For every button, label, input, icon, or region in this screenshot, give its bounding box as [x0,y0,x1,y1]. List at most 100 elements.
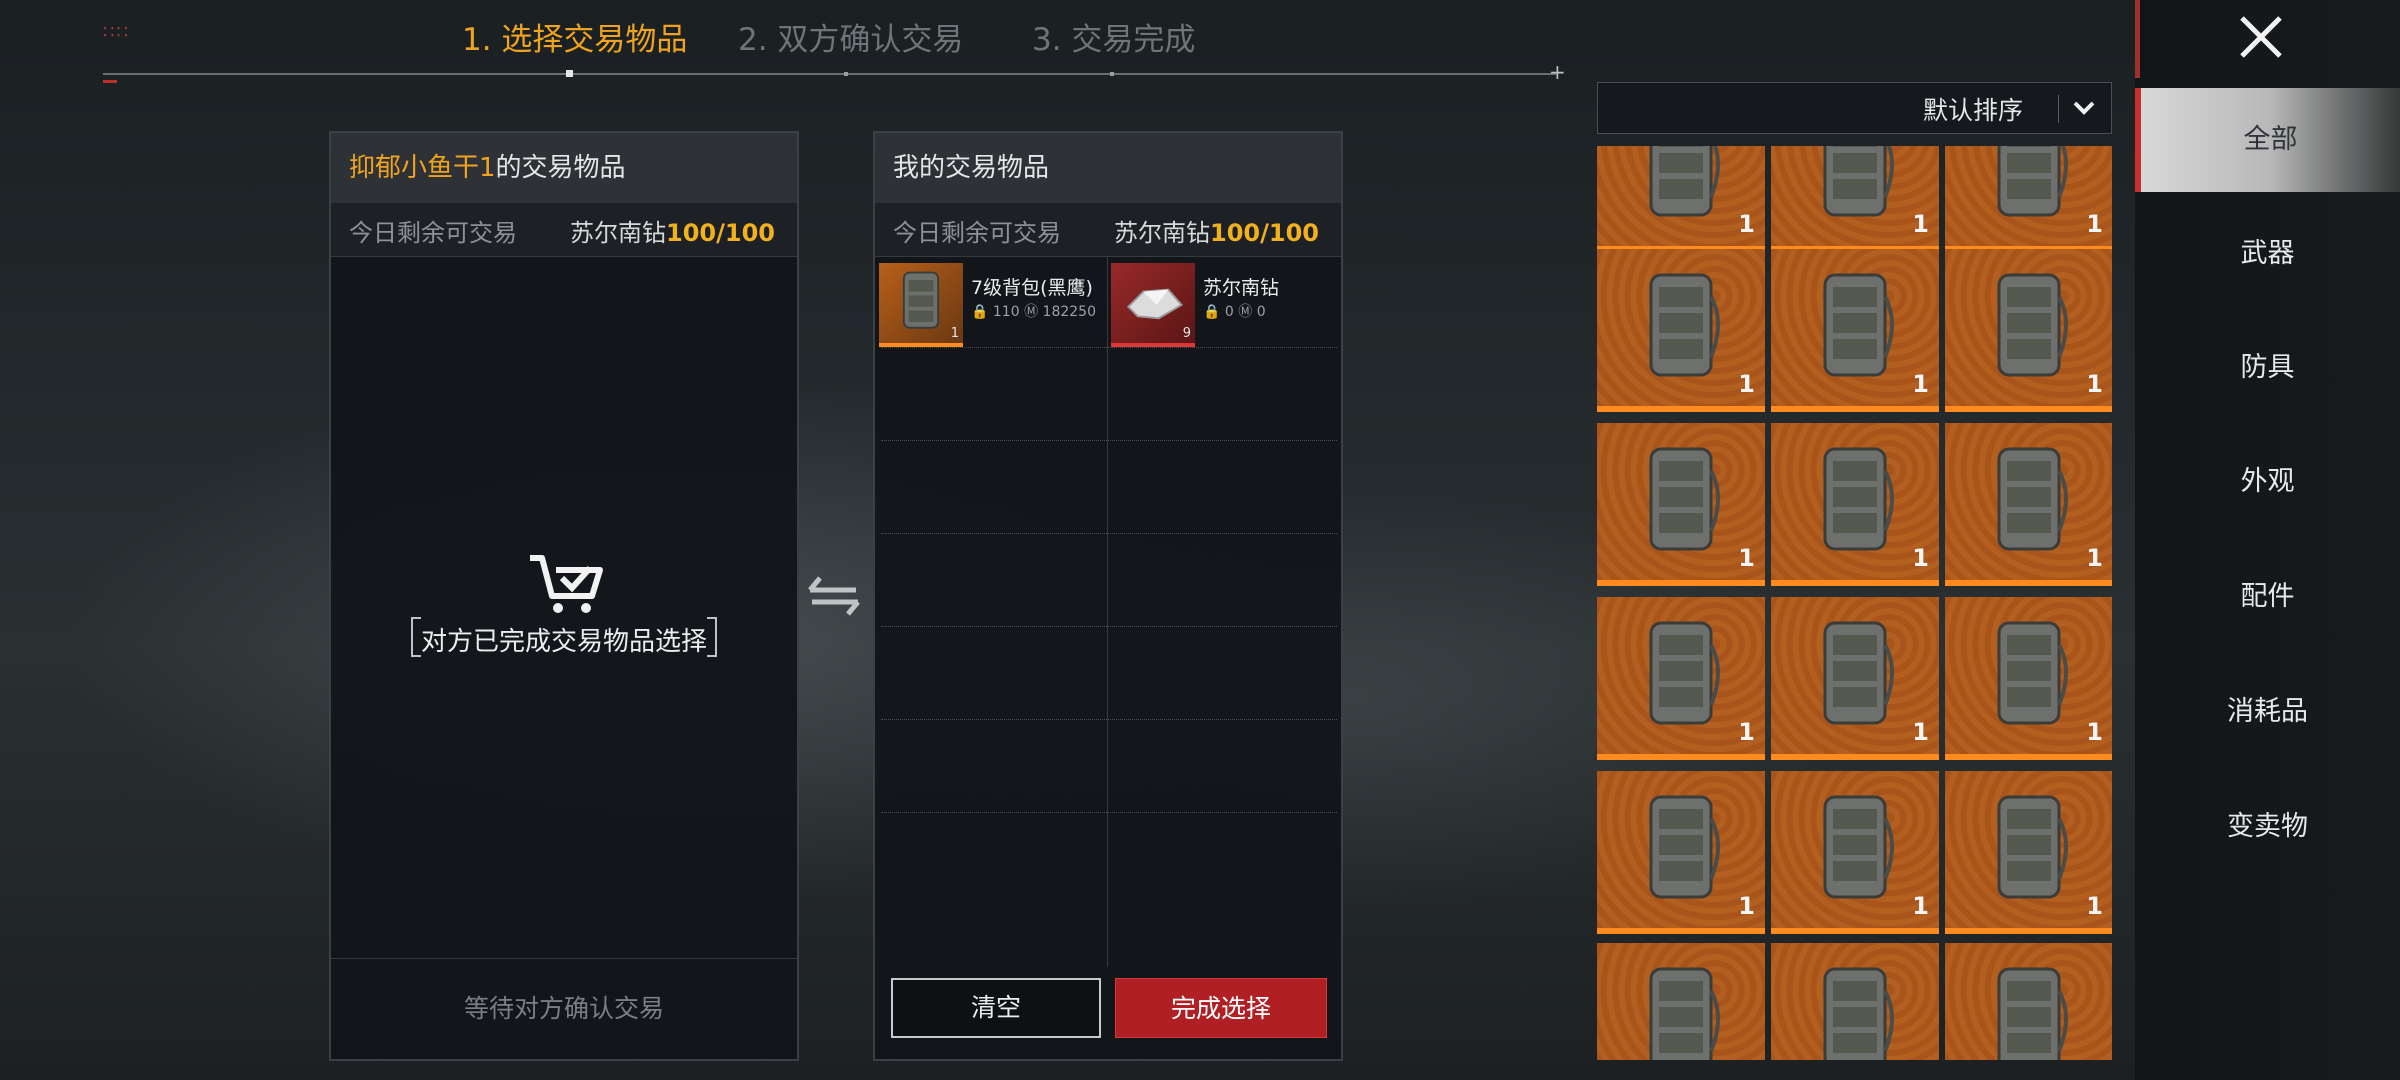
partner-quota-row: 今日剩余可交易 苏尔南钻100/100 [331,203,797,257]
coin-icon: Ⓜ [1024,304,1039,320]
inventory-item-backpack[interactable]: 1 [1945,249,2112,412]
item-count: 1 [1912,370,1929,398]
quota-currency: 苏尔南钻 [570,219,667,247]
diamond-thumbnail: 9 [1111,263,1195,347]
item-name: 7级背包(黑鹰) [971,277,1093,299]
backpack-icon [1649,273,1720,377]
item-count: 1 [1912,718,1929,746]
item-count: 1 [950,326,959,341]
item-count: 1 [2086,370,2103,398]
inventory-item-backpack[interactable]: 1 [1597,597,1765,760]
step-3: 3. 交易完成 [1032,22,1196,58]
my-trade-panel: 我的交易物品 今日剩余可交易 苏尔南钻100/100 1 7级背包(黑鹰) 🔒 … [873,131,1343,1061]
row-divider [881,347,1337,348]
row-divider [881,440,1337,441]
backpack-icon [1823,273,1894,377]
plus-icon: + [1549,60,1566,84]
quota-label: 今日剩余可交易 [893,219,1061,247]
category-consumables[interactable]: 消耗品 [2135,660,2400,764]
item-count: 1 [1738,544,1755,572]
row-divider [881,533,1337,534]
inventory-item-backpack[interactable]: 1 [1945,597,2112,760]
category-weapons[interactable]: 武器 [2135,202,2400,306]
item-count: 1 [2086,718,2103,746]
partner-trade-panel: 抑郁小鱼干1的交易物品 今日剩余可交易 苏尔南钻100/100 对方已完成交易物… [329,131,799,1061]
inventory-item-backpack[interactable]: 1 [1771,943,1939,1060]
backpack-icon [1649,621,1720,725]
clear-button[interactable]: 清空 [891,978,1101,1038]
decor-dots: ∷∷ [103,22,130,43]
inventory-item-backpack[interactable]: 1 [1597,146,1765,252]
swap-icon [808,576,860,616]
inventory-item-backpack[interactable]: 1 [1945,771,2112,934]
backpack-icon [1823,146,1894,217]
backpack-icon [1649,447,1720,551]
item-count: 1 [1738,718,1755,746]
sort-label: 默认排序 [1922,96,2023,125]
category-sellables[interactable]: 变卖物 [2135,775,2400,879]
step-dot-1 [566,70,573,77]
item-lock-value: 0 [1224,304,1234,320]
item-count: 9 [1182,326,1191,341]
waiting-confirm-text: 等待对方确认交易 [331,958,797,1059]
item-count: 1 [1738,210,1755,238]
category-appearance[interactable]: 外观 [2135,430,2400,534]
backpack-icon [1997,273,2068,377]
cart-check-icon [530,555,603,613]
trade-item-diamond[interactable]: 9 苏尔南钻 🔒 0 Ⓜ 0 [1107,257,1339,347]
sort-dropdown[interactable]: 默认排序 [1597,82,2112,134]
inventory-grid: 111111111111111111 [1597,146,2112,1060]
category-all[interactable]: 全部 [2135,88,2400,192]
step-1: 1. 选择交易物品 [462,22,688,58]
step-progress-line [103,73,1556,75]
quota-label: 今日剩余可交易 [349,219,517,247]
inventory-item-backpack[interactable]: 1 [1597,423,1765,586]
step-dot-3 [1110,72,1114,76]
inventory-item-backpack[interactable]: 1 [1597,943,1765,1060]
inventory-item-backpack[interactable]: 1 [1771,771,1939,934]
item-count: 1 [1912,210,1929,238]
category-armor[interactable]: 防具 [2135,316,2400,420]
backpack-icon [1649,967,1720,1060]
backpack-icon [1997,447,2068,551]
inventory-item-backpack[interactable]: 1 [1597,249,1765,412]
backpack-icon [1649,146,1720,217]
decor-red-line [2135,0,2140,78]
backpack-icon [1823,967,1894,1060]
coin-icon: Ⓜ [1238,304,1253,320]
inventory-item-backpack[interactable]: 1 [1945,423,2112,586]
backpack-icon [1997,795,2068,899]
partner-name: 抑郁小鱼干1 [349,153,496,183]
inventory-item-backpack[interactable]: 1 [1771,423,1939,586]
row-divider [881,626,1337,627]
row-divider [881,719,1337,720]
lock-icon: 🔒 [1203,304,1221,320]
quota-currency: 苏尔南钻 [1114,219,1211,247]
inventory-item-backpack[interactable]: 1 [1771,597,1939,760]
lock-icon: 🔒 [971,304,989,320]
close-icon[interactable] [2236,12,2286,62]
item-meta: 🔒 0 Ⓜ 0 [1203,301,1266,321]
item-count: 1 [1912,544,1929,572]
category-attachments[interactable]: 配件 [2135,545,2400,649]
item-count: 1 [2086,892,2103,920]
backpack-icon [1997,621,2068,725]
backpack-icon [1997,967,2068,1060]
inventory-item-backpack[interactable]: 1 [1771,146,1939,252]
backpack-icon [1649,795,1720,899]
backpack-icon [1823,795,1894,899]
quota-value: 苏尔南钻100/100 [1114,213,1319,248]
partner-title-suffix: 的交易物品 [495,153,626,183]
trade-item-backpack[interactable]: 1 7级背包(黑鹰) 🔒 110 Ⓜ 182250 [875,257,1107,347]
inventory-item-backpack[interactable]: 1 [1945,146,2112,252]
inventory-item-backpack[interactable]: 1 [1945,943,2112,1060]
inventory-item-backpack[interactable]: 1 [1771,249,1939,412]
row-divider [881,812,1337,813]
item-count: 1 [1738,370,1755,398]
quota-number: 100/100 [666,219,775,247]
item-count: 1 [1912,892,1929,920]
item-price: 0 [1256,304,1266,320]
item-count: 1 [2086,544,2103,572]
complete-selection-button[interactable]: 完成选择 [1115,978,1327,1038]
inventory-item-backpack[interactable]: 1 [1597,771,1765,934]
